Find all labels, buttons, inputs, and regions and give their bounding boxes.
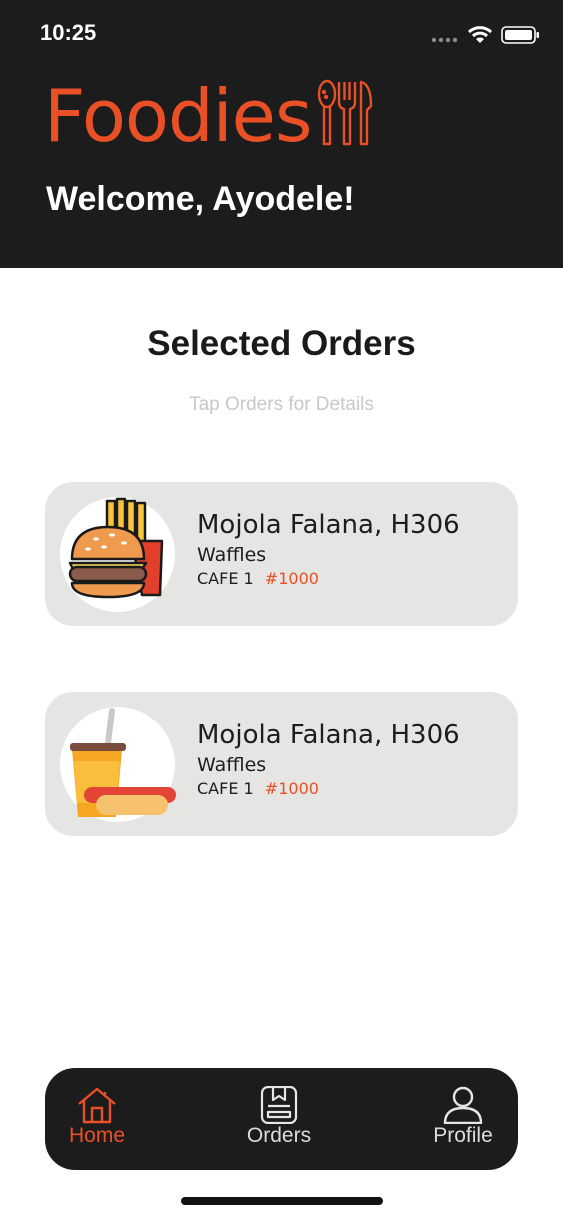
burger-fries-icon (68, 497, 164, 599)
wifi-icon (467, 26, 493, 43)
screen: 10:25 Foodies Welcome, Ayodele! Selected… (0, 0, 563, 1218)
orders-icon (260, 1086, 298, 1124)
order-item: Waffles (197, 544, 267, 566)
order-card[interactable]: Mojola Falana, H306 Waffles CAFE 1 #1000 (45, 482, 518, 626)
tab-bar: Home Orders Profile (45, 1068, 518, 1170)
header: 10:25 Foodies Welcome, Ayodele! (0, 0, 563, 268)
profile-icon (443, 1086, 483, 1124)
order-cafe: CAFE 1 (197, 779, 254, 798)
order-image (60, 707, 176, 822)
tab-label: Orders (246, 1124, 312, 1147)
order-customer: Mojola Falana, H306 (197, 510, 460, 540)
tab-label: Profile (433, 1124, 493, 1147)
tab-profile[interactable]: Profile (403, 1068, 523, 1170)
order-number: #1000 (264, 779, 319, 798)
battery-icon (501, 26, 539, 44)
welcome-message: Welcome, Ayodele! (46, 180, 355, 218)
tab-label: Home (68, 1124, 126, 1147)
order-cafe: CAFE 1 (197, 569, 254, 588)
order-item: Waffles (197, 754, 267, 776)
utensils-icon (318, 79, 373, 146)
order-customer: Mojola Falana, H306 (197, 720, 460, 750)
order-meta: CAFE 1 #1000 (197, 569, 319, 588)
drink-hotdog-icon (70, 708, 176, 817)
home-indicator (181, 1197, 383, 1205)
order-card[interactable]: Mojola Falana, H306 Waffles CAFE 1 #1000 (45, 692, 518, 836)
section-subtitle: Tap Orders for Details (189, 394, 374, 415)
tab-home[interactable]: Home (37, 1068, 157, 1170)
order-meta: CAFE 1 #1000 (197, 779, 319, 798)
brand-name: Foodies (44, 74, 312, 158)
status-time: 10:25 (40, 20, 97, 45)
order-number: #1000 (264, 569, 319, 588)
status-icons (431, 24, 541, 46)
brand-logo: Foodies (44, 76, 375, 156)
signal-icon (431, 37, 458, 43)
section-title: Selected Orders (147, 324, 416, 363)
home-icon (78, 1087, 116, 1124)
order-image (60, 497, 175, 612)
tab-orders[interactable]: Orders (219, 1068, 339, 1170)
